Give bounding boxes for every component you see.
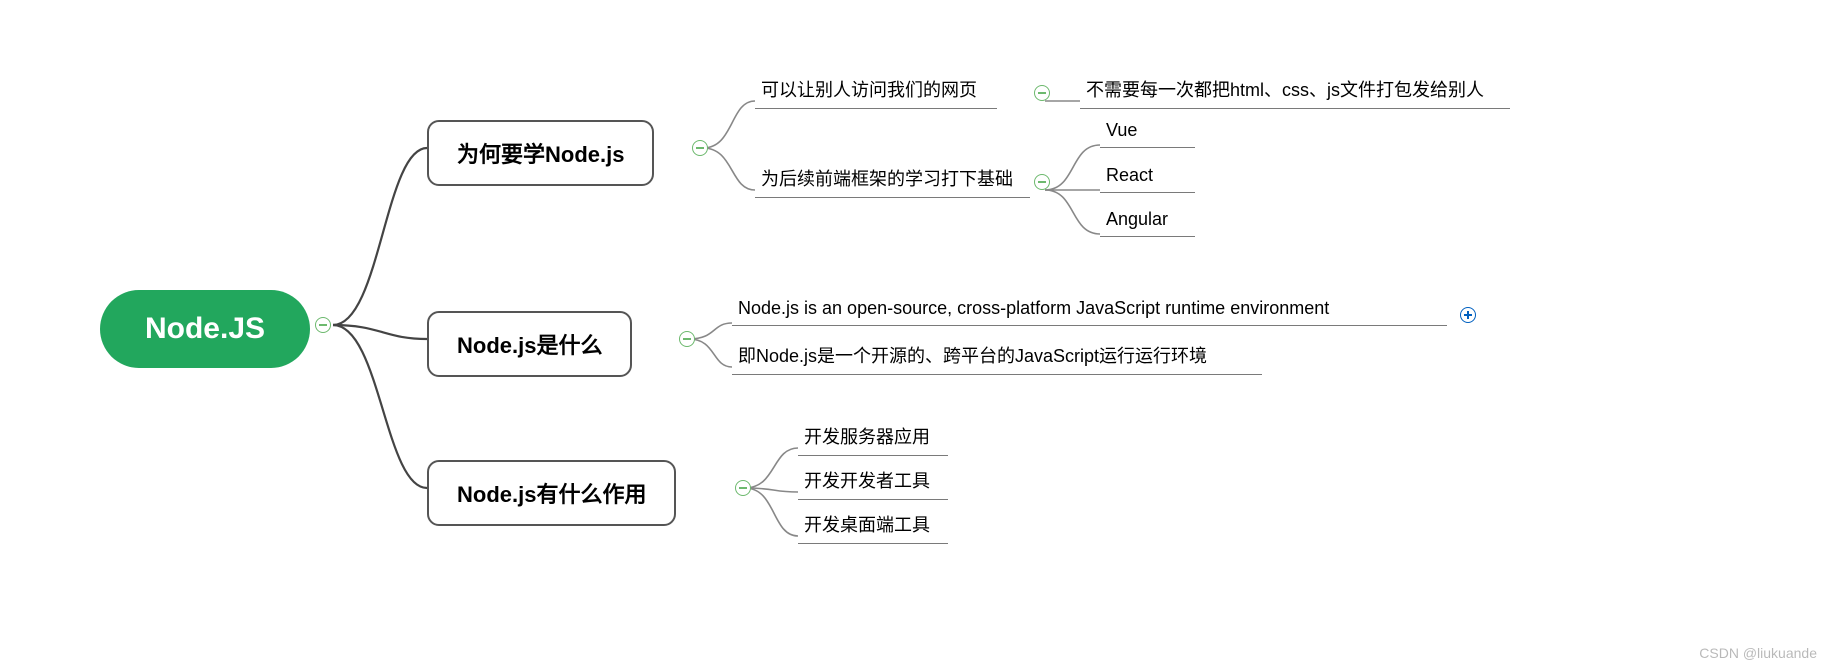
topic-why-learn[interactable]: 为何要学Node.js	[427, 120, 654, 186]
collapse-icon[interactable]	[1034, 85, 1050, 101]
leaf-text: 可以让别人访问我们的网页	[761, 80, 977, 100]
framework-vue[interactable]: Vue	[1100, 114, 1195, 148]
framework-angular[interactable]: Angular	[1100, 203, 1195, 237]
framework-react[interactable]: React	[1100, 159, 1195, 193]
topic-what-is[interactable]: Node.js是什么	[427, 311, 632, 377]
leaf-text: 为后续前端框架的学习打下基础	[761, 169, 1013, 189]
leaf-text: 开发桌面端工具	[804, 515, 930, 535]
root-node[interactable]: Node.JS	[100, 290, 310, 368]
use-leaf-server[interactable]: 开发服务器应用	[798, 417, 948, 456]
collapse-icon[interactable]	[679, 331, 695, 347]
leaf-text: 即Node.js是一个开源的、跨平台的JavaScript运行运行环境	[738, 346, 1207, 366]
leaf-text: Vue	[1106, 120, 1137, 140]
root-label: Node.JS	[145, 312, 265, 345]
topic-why-label: 为何要学Node.js	[457, 142, 624, 167]
watermark-text: CSDN @liukuande	[1699, 645, 1817, 661]
leaf-text: 开发开发者工具	[804, 471, 930, 491]
collapse-icon[interactable]	[315, 317, 331, 333]
what-leaf-en[interactable]: Node.js is an open-source, cross-platfor…	[732, 292, 1447, 326]
topic-use-for[interactable]: Node.js有什么作用	[427, 460, 676, 526]
topic-use-label: Node.js有什么作用	[457, 482, 646, 507]
leaf-text: Angular	[1106, 209, 1168, 229]
collapse-icon[interactable]	[1034, 174, 1050, 190]
why-leaf-frameworks[interactable]: 为后续前端框架的学习打下基础	[755, 159, 1030, 198]
why-leaf-access[interactable]: 可以让别人访问我们的网页	[755, 70, 997, 109]
topic-what-label: Node.js是什么	[457, 333, 602, 358]
why-leaf-access-detail[interactable]: 不需要每一次都把html、css、js文件打包发给别人	[1080, 70, 1510, 109]
leaf-text: React	[1106, 165, 1153, 185]
leaf-text: 开发服务器应用	[804, 427, 930, 447]
use-leaf-desktop[interactable]: 开发桌面端工具	[798, 505, 948, 544]
collapse-icon[interactable]	[735, 480, 751, 496]
what-leaf-zh[interactable]: 即Node.js是一个开源的、跨平台的JavaScript运行运行环境	[732, 336, 1262, 375]
leaf-text: 不需要每一次都把html、css、js文件打包发给别人	[1086, 80, 1484, 100]
use-leaf-devtools[interactable]: 开发开发者工具	[798, 461, 948, 500]
leaf-text: Node.js is an open-source, cross-platfor…	[738, 298, 1329, 318]
expand-icon[interactable]	[1460, 307, 1476, 323]
collapse-icon[interactable]	[692, 140, 708, 156]
watermark: CSDN @liukuande	[1699, 645, 1817, 661]
